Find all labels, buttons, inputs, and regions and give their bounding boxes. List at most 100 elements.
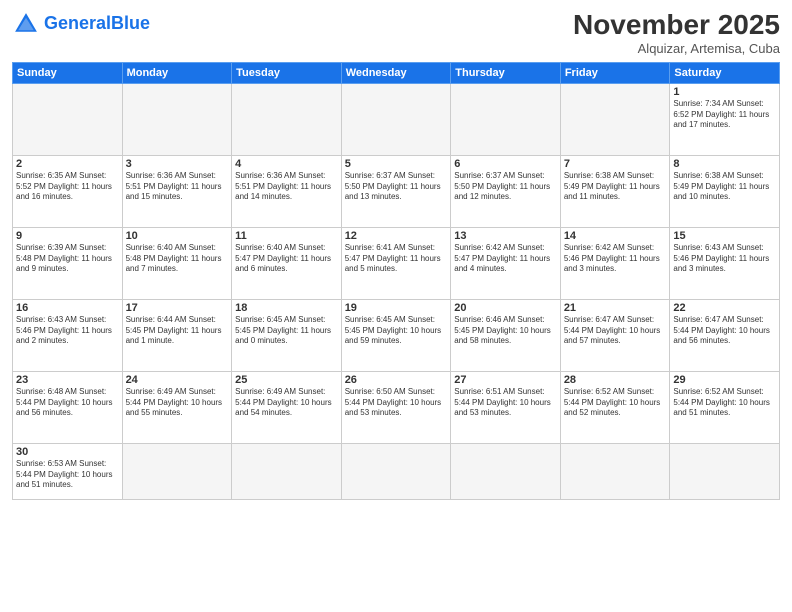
day-number: 14 [564,230,667,242]
calendar-cell: 10Sunrise: 6:40 AM Sunset: 5:48 PM Dayli… [122,227,232,299]
calendar-cell: 13Sunrise: 6:42 AM Sunset: 5:47 PM Dayli… [451,227,561,299]
day-number: 5 [345,158,448,170]
day-info: Sunrise: 6:49 AM Sunset: 5:44 PM Dayligh… [235,387,338,419]
day-info: Sunrise: 6:52 AM Sunset: 5:44 PM Dayligh… [564,387,667,419]
calendar-cell [232,443,342,499]
calendar-cell: 24Sunrise: 6:49 AM Sunset: 5:44 PM Dayli… [122,371,232,443]
day-number: 1 [673,86,776,98]
col-monday: Monday [122,62,232,83]
day-number: 23 [16,374,119,386]
calendar-cell: 22Sunrise: 6:47 AM Sunset: 5:44 PM Dayli… [670,299,780,371]
calendar-cell: 11Sunrise: 6:40 AM Sunset: 5:47 PM Dayli… [232,227,342,299]
day-info: Sunrise: 6:43 AM Sunset: 5:46 PM Dayligh… [673,243,776,275]
calendar-header-row: Sunday Monday Tuesday Wednesday Thursday… [13,62,780,83]
day-info: Sunrise: 6:44 AM Sunset: 5:45 PM Dayligh… [126,315,229,347]
day-number: 16 [16,302,119,314]
calendar-cell [451,443,561,499]
calendar-cell: 23Sunrise: 6:48 AM Sunset: 5:44 PM Dayli… [13,371,123,443]
day-info: Sunrise: 6:51 AM Sunset: 5:44 PM Dayligh… [454,387,557,419]
day-info: Sunrise: 6:42 AM Sunset: 5:46 PM Dayligh… [564,243,667,275]
logo-blue: Blue [111,13,150,33]
col-tuesday: Tuesday [232,62,342,83]
col-wednesday: Wednesday [341,62,451,83]
day-number: 12 [345,230,448,242]
calendar-cell: 30Sunrise: 6:53 AM Sunset: 5:44 PM Dayli… [13,443,123,499]
calendar-cell [560,443,670,499]
day-info: Sunrise: 6:35 AM Sunset: 5:52 PM Dayligh… [16,171,119,203]
calendar-cell: 7Sunrise: 6:38 AM Sunset: 5:49 PM Daylig… [560,155,670,227]
day-info: Sunrise: 6:46 AM Sunset: 5:45 PM Dayligh… [454,315,557,347]
calendar-cell: 2Sunrise: 6:35 AM Sunset: 5:52 PM Daylig… [13,155,123,227]
calendar: Sunday Monday Tuesday Wednesday Thursday… [12,62,780,500]
day-info: Sunrise: 6:48 AM Sunset: 5:44 PM Dayligh… [16,387,119,419]
day-info: Sunrise: 6:36 AM Sunset: 5:51 PM Dayligh… [235,171,338,203]
calendar-cell: 26Sunrise: 6:50 AM Sunset: 5:44 PM Dayli… [341,371,451,443]
logo-text: GeneralBlue [44,14,150,34]
day-number: 30 [16,446,119,458]
header: GeneralBlue November 2025 Alquizar, Arte… [12,10,780,56]
calendar-cell: 17Sunrise: 6:44 AM Sunset: 5:45 PM Dayli… [122,299,232,371]
day-number: 13 [454,230,557,242]
day-number: 9 [16,230,119,242]
calendar-cell: 12Sunrise: 6:41 AM Sunset: 5:47 PM Dayli… [341,227,451,299]
calendar-cell [670,443,780,499]
day-info: Sunrise: 6:40 AM Sunset: 5:48 PM Dayligh… [126,243,229,275]
logo-general: General [44,13,111,33]
day-info: Sunrise: 6:38 AM Sunset: 5:49 PM Dayligh… [564,171,667,203]
calendar-cell: 8Sunrise: 6:38 AM Sunset: 5:49 PM Daylig… [670,155,780,227]
day-number: 22 [673,302,776,314]
day-info: Sunrise: 6:39 AM Sunset: 5:48 PM Dayligh… [16,243,119,275]
day-number: 15 [673,230,776,242]
day-number: 24 [126,374,229,386]
col-sunday: Sunday [13,62,123,83]
day-info: Sunrise: 6:49 AM Sunset: 5:44 PM Dayligh… [126,387,229,419]
calendar-cell: 28Sunrise: 6:52 AM Sunset: 5:44 PM Dayli… [560,371,670,443]
calendar-cell: 9Sunrise: 6:39 AM Sunset: 5:48 PM Daylig… [13,227,123,299]
calendar-cell [451,83,561,155]
calendar-cell [341,443,451,499]
day-info: Sunrise: 6:38 AM Sunset: 5:49 PM Dayligh… [673,171,776,203]
day-info: Sunrise: 6:40 AM Sunset: 5:47 PM Dayligh… [235,243,338,275]
day-info: Sunrise: 6:37 AM Sunset: 5:50 PM Dayligh… [454,171,557,203]
day-info: Sunrise: 6:50 AM Sunset: 5:44 PM Dayligh… [345,387,448,419]
calendar-cell: 15Sunrise: 6:43 AM Sunset: 5:46 PM Dayli… [670,227,780,299]
day-number: 21 [564,302,667,314]
col-saturday: Saturday [670,62,780,83]
day-info: Sunrise: 6:36 AM Sunset: 5:51 PM Dayligh… [126,171,229,203]
day-number: 7 [564,158,667,170]
day-info: Sunrise: 6:47 AM Sunset: 5:44 PM Dayligh… [564,315,667,347]
calendar-cell: 14Sunrise: 6:42 AM Sunset: 5:46 PM Dayli… [560,227,670,299]
location-subtitle: Alquizar, Artemisa, Cuba [573,41,780,56]
day-number: 26 [345,374,448,386]
calendar-cell: 1Sunrise: 7:34 AM Sunset: 6:52 PM Daylig… [670,83,780,155]
col-friday: Friday [560,62,670,83]
calendar-cell [232,83,342,155]
calendar-cell [341,83,451,155]
calendar-cell [122,443,232,499]
calendar-cell [13,83,123,155]
day-number: 4 [235,158,338,170]
calendar-cell: 20Sunrise: 6:46 AM Sunset: 5:45 PM Dayli… [451,299,561,371]
calendar-cell: 29Sunrise: 6:52 AM Sunset: 5:44 PM Dayli… [670,371,780,443]
day-info: Sunrise: 6:41 AM Sunset: 5:47 PM Dayligh… [345,243,448,275]
col-thursday: Thursday [451,62,561,83]
day-number: 3 [126,158,229,170]
day-info: Sunrise: 6:42 AM Sunset: 5:47 PM Dayligh… [454,243,557,275]
day-info: Sunrise: 6:45 AM Sunset: 5:45 PM Dayligh… [345,315,448,347]
day-number: 8 [673,158,776,170]
day-number: 6 [454,158,557,170]
month-title: November 2025 [573,10,780,41]
day-info: Sunrise: 6:45 AM Sunset: 5:45 PM Dayligh… [235,315,338,347]
day-number: 20 [454,302,557,314]
calendar-cell: 3Sunrise: 6:36 AM Sunset: 5:51 PM Daylig… [122,155,232,227]
calendar-cell: 25Sunrise: 6:49 AM Sunset: 5:44 PM Dayli… [232,371,342,443]
calendar-cell: 5Sunrise: 6:37 AM Sunset: 5:50 PM Daylig… [341,155,451,227]
logo: GeneralBlue [12,10,150,38]
day-number: 19 [345,302,448,314]
page: GeneralBlue November 2025 Alquizar, Arte… [0,0,792,612]
calendar-cell [122,83,232,155]
calendar-cell: 19Sunrise: 6:45 AM Sunset: 5:45 PM Dayli… [341,299,451,371]
day-number: 17 [126,302,229,314]
day-info: Sunrise: 6:47 AM Sunset: 5:44 PM Dayligh… [673,315,776,347]
day-number: 18 [235,302,338,314]
